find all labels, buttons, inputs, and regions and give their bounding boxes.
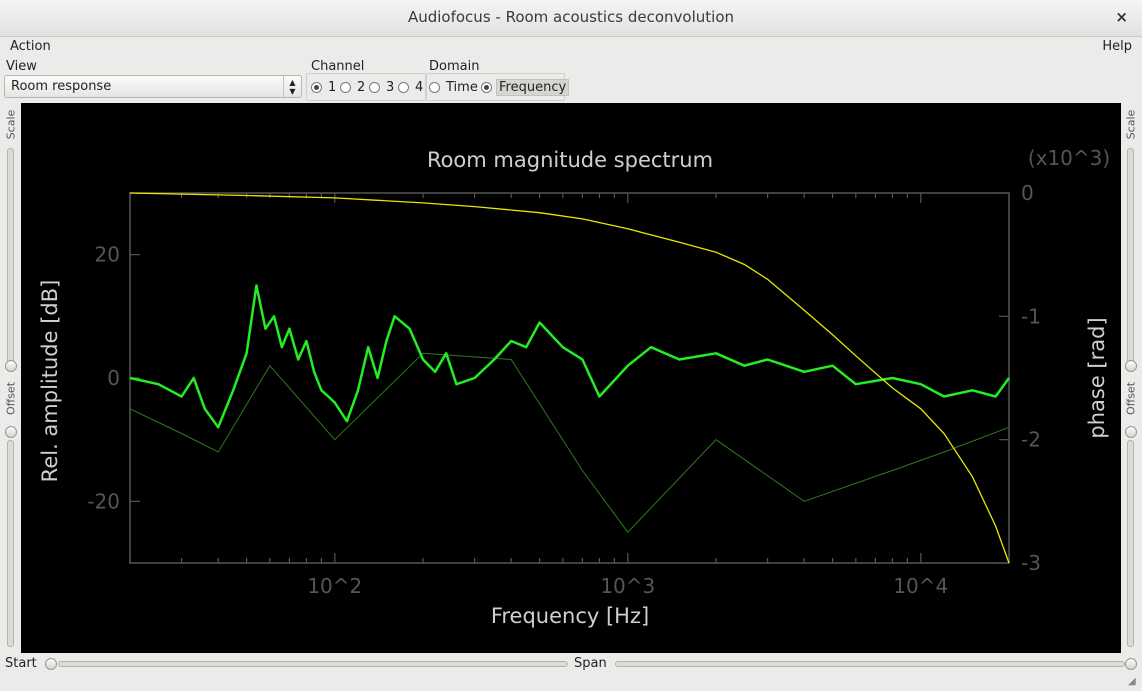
- right-offset-label: Offset: [1124, 381, 1138, 416]
- view-combobox[interactable]: Room response ▲ ▼: [4, 75, 302, 98]
- chart-title: Room magnitude spectrum: [427, 148, 713, 172]
- channel-4-label: 4: [415, 80, 424, 95]
- y2-tick-label: -2: [1021, 428, 1041, 452]
- view-label: View: [6, 59, 37, 74]
- span-track[interactable]: [615, 661, 1125, 667]
- menu-action[interactable]: Action: [10, 39, 51, 54]
- domain-label: Domain: [429, 59, 480, 74]
- start-track[interactable]: [58, 661, 568, 667]
- left-offset-label: Offset: [4, 381, 18, 416]
- updown-arrows-icon: ▲ ▼: [283, 76, 301, 97]
- right-scale-track[interactable]: [1127, 148, 1134, 365]
- spectrum-chart: Room magnitude spectrum (x10^3) Frequenc…: [38, 146, 1110, 628]
- left-offset-knob[interactable]: [5, 426, 17, 438]
- channel-1-label: 1: [328, 80, 337, 95]
- x-axis-label: Frequency [Hz]: [491, 604, 649, 628]
- menu-bar: Action Help: [0, 37, 1142, 57]
- channel-2-label: 2: [357, 80, 366, 95]
- y2-tick-label: 0: [1021, 181, 1034, 205]
- magnitude-line: [129, 284, 1011, 429]
- domain-time-label: Time: [446, 80, 478, 95]
- domain-frequency-label: Frequency: [496, 79, 570, 96]
- title-bar: Audiofocus - Room acoustics deconvolutio…: [0, 0, 1142, 37]
- x-tick-label: 10^3: [600, 574, 655, 598]
- plot-frame: [129, 192, 1010, 564]
- window-title: Audiofocus - Room acoustics deconvolutio…: [407, 8, 735, 26]
- right-scale-knob[interactable]: [1125, 360, 1137, 372]
- channel-label: Channel: [311, 59, 365, 74]
- domain-frequency-radio[interactable]: [481, 82, 492, 93]
- y-axis-label: Rel. amplitude [dB]: [38, 280, 62, 483]
- channel-1-radio[interactable]: [311, 82, 322, 93]
- y2-tick-label: -1: [1021, 304, 1041, 328]
- left-scale-knob[interactable]: [5, 360, 17, 372]
- resize-grip-icon[interactable]: ◢: [1128, 676, 1136, 687]
- x-tick-label: 10^2: [307, 574, 362, 598]
- y-tick-label: 20: [95, 243, 120, 267]
- y-tick-label: -20: [87, 489, 120, 513]
- channel-4-radio[interactable]: [398, 82, 409, 93]
- left-scale-track[interactable]: [7, 148, 14, 365]
- start-knob[interactable]: [45, 658, 57, 670]
- view-combobox-value: Room response: [11, 79, 112, 94]
- start-label: Start: [5, 656, 37, 671]
- left-offset-track[interactable]: [7, 440, 14, 647]
- y-tick-label: 0: [107, 366, 120, 390]
- phase-line: [129, 192, 1010, 564]
- plot-area[interactable]: Room magnitude spectrum (x10^3) Frequenc…: [21, 103, 1121, 653]
- y2-tick-label: -3: [1021, 551, 1041, 575]
- channel-3-radio[interactable]: [369, 82, 380, 93]
- domain-time-radio[interactable]: [429, 82, 440, 93]
- right-offset-knob[interactable]: [1125, 426, 1137, 438]
- x-tick-label: 10^4: [893, 574, 948, 598]
- span-knob[interactable]: [1125, 658, 1137, 670]
- channel-2-radio[interactable]: [340, 82, 351, 93]
- close-icon[interactable]: ×: [1115, 8, 1128, 26]
- right-scale-label: Scale: [1124, 109, 1138, 140]
- y2-multiplier-label: (x10^3): [1028, 146, 1110, 170]
- channel-3-label: 3: [386, 80, 395, 95]
- left-scale-label: Scale: [4, 109, 18, 140]
- right-offset-track[interactable]: [1127, 440, 1134, 647]
- menu-help[interactable]: Help: [1102, 39, 1132, 54]
- span-label: Span: [574, 656, 607, 671]
- y2-axis-label: phase [rad]: [1085, 317, 1109, 438]
